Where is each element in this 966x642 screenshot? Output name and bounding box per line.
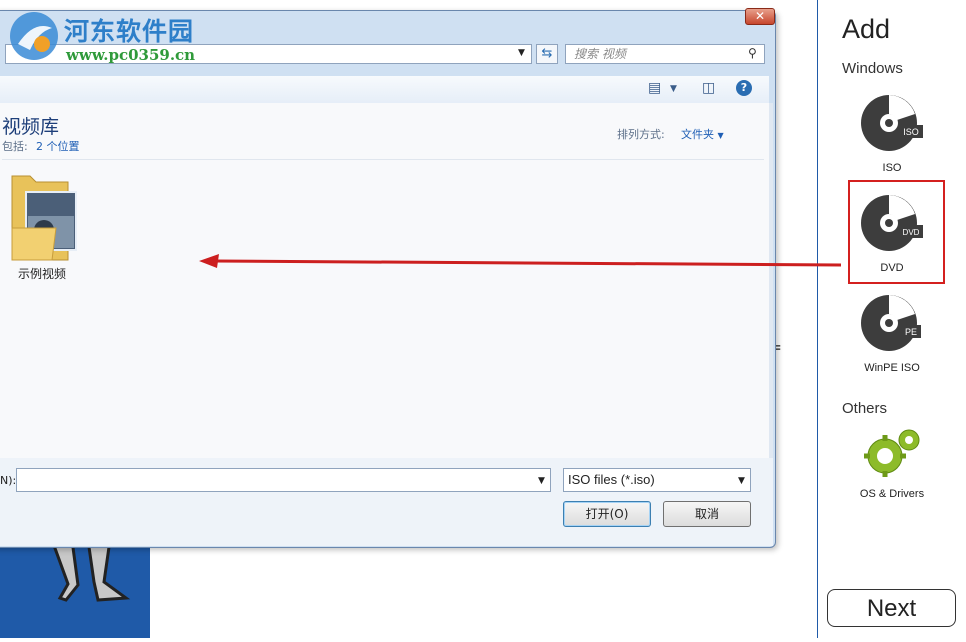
- arrange-by-label: 排列方式:: [617, 128, 665, 141]
- preview-pane-icon[interactable]: ◫: [702, 80, 715, 96]
- library-divider: [2, 159, 764, 160]
- folder-item[interactable]: [8, 168, 78, 264]
- iso-label: ISO: [882, 162, 902, 174]
- dvd-disc-icon: DVD: [861, 195, 923, 251]
- add-os-drivers-item[interactable]: OS & Drivers: [842, 428, 942, 500]
- add-panel-title: Add: [842, 14, 891, 44]
- filename-label: N):: [0, 474, 17, 487]
- vertical-scrollbar[interactable]: [769, 103, 773, 458]
- dvd-badge-text: DVD: [903, 228, 920, 237]
- dvd-label: DVD: [880, 262, 904, 274]
- library-locations-link[interactable]: 2 个位置: [36, 138, 80, 154]
- dialog-close-button[interactable]: ✕: [745, 8, 775, 25]
- winpe-disc-icon: PE: [861, 295, 921, 351]
- arrange-by-dropdown[interactable]: 文件夹 ▼: [681, 126, 724, 142]
- add-winpe-item[interactable]: PE WinPE ISO: [842, 292, 942, 374]
- address-dropdown-icon[interactable]: ▼: [518, 48, 525, 58]
- os-drivers-label: OS & Drivers: [859, 488, 925, 500]
- winpe-label: WinPE ISO: [864, 362, 920, 374]
- watermark-logo: [10, 12, 58, 60]
- search-icon[interactable]: ⚲: [748, 46, 757, 60]
- arrange-by-value: 文件夹: [681, 128, 714, 141]
- add-panel: Add Windows ISO ISO DVD DVD PE WinPE ISO…: [817, 0, 966, 638]
- view-mode-icon[interactable]: ▤: [648, 80, 661, 96]
- add-dvd-item[interactable]: DVD DVD: [842, 192, 942, 274]
- filetype-select[interactable]: ISO files (*.iso): [563, 468, 751, 492]
- robot-legs-illustration: [49, 538, 131, 602]
- filename-dropdown-icon[interactable]: ▼: [538, 476, 545, 486]
- watermark-url: www.pc0359.cn: [66, 46, 196, 64]
- add-iso-item[interactable]: ISO ISO: [842, 92, 942, 174]
- folder-name-label: 示例视频: [18, 267, 67, 281]
- filetype-dropdown-icon[interactable]: ▼: [738, 476, 745, 486]
- filename-input[interactable]: [16, 468, 551, 492]
- winpe-badge-text: PE: [905, 327, 917, 337]
- file-list-area: [0, 103, 769, 458]
- watermark-site-name: 河东软件园: [64, 17, 195, 46]
- annotation-arrow: [199, 254, 842, 268]
- cancel-button[interactable]: 取消: [663, 501, 751, 527]
- library-title: 视频库: [2, 116, 60, 138]
- background-panel: [0, 538, 150, 638]
- chevron-down-icon: ▼: [717, 131, 724, 140]
- search-input[interactable]: 搜索 视频: [565, 44, 765, 64]
- help-icon[interactable]: ?: [736, 80, 752, 96]
- open-button[interactable]: 打开(O): [563, 501, 651, 527]
- view-dropdown-icon[interactable]: ▼: [670, 84, 677, 94]
- iso-disc-icon: ISO: [861, 95, 923, 151]
- gears-icon: [864, 429, 920, 477]
- video-folder-icon: [11, 175, 77, 261]
- iso-badge-text: ISO: [903, 127, 919, 137]
- next-button[interactable]: Next: [827, 589, 956, 627]
- others-section-label: Others: [842, 400, 888, 417]
- refresh-button[interactable]: ⇆: [536, 44, 558, 64]
- windows-section-label: Windows: [842, 60, 903, 77]
- library-includes-label: 包括:: [2, 140, 28, 153]
